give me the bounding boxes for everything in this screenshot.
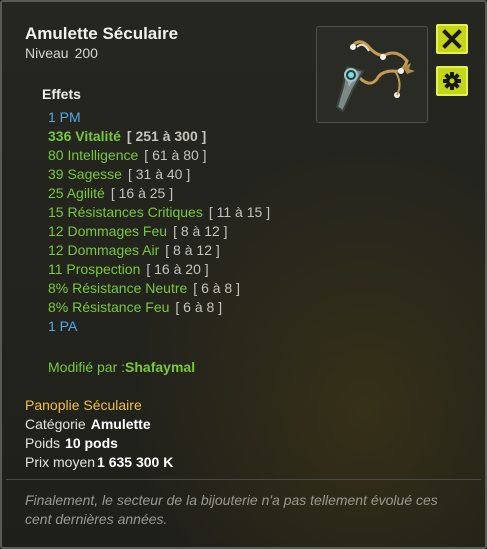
effect-text: 8% Résistance Neutre (48, 280, 188, 296)
effect-line: 8% Résistance Feu [ 6 à 8 ] (48, 298, 308, 317)
effect-text: 11 Prospection (48, 261, 141, 277)
effects-heading: Effets (42, 86, 81, 102)
close-icon (442, 29, 462, 49)
item-image (316, 26, 428, 123)
effect-line: 1 PA (48, 317, 308, 336)
effect-line: 12 Dommages Feu [ 8 à 12 ] (48, 222, 308, 241)
weight-row: Poids 10 pods (25, 435, 118, 451)
effect-line: 25 Agilité [ 16 à 25 ] (48, 184, 308, 203)
effect-line: 336 Vitalité [ 251 à 300 ] (48, 127, 308, 146)
effect-text: 12 Dommages Air (48, 242, 160, 258)
effect-text: 8% Résistance Feu (48, 299, 170, 315)
modified-by-label: Modifié par : (48, 359, 126, 375)
category-label: Catégorie (25, 416, 86, 432)
item-tooltip: Amulette Séculaire Niveau 200 Effets 1 P… (0, 0, 487, 549)
effect-line: 1 PM (48, 108, 308, 127)
effect-range: [ 16 à 20 ] (146, 261, 209, 277)
effect-text: 15 Résistances Critiques (48, 204, 203, 220)
level-value: 200 (74, 45, 98, 61)
gear-icon (443, 72, 461, 90)
flavor-text: Finalement, le secteur de la bijouterie … (25, 492, 438, 527)
price-label: Prix moyen (25, 454, 96, 470)
effects-list: 1 PM 336 Vitalité [ 251 à 300 ] 80 Intell… (48, 108, 308, 336)
weight-value: 10 pods (65, 435, 118, 451)
effect-range: [ 8 à 12 ] (165, 242, 220, 258)
settings-button[interactable] (436, 66, 468, 96)
close-button[interactable] (436, 24, 468, 54)
effect-text: 1 PA (48, 318, 78, 334)
effect-line: 39 Sagesse [ 31 à 40 ] (48, 165, 308, 184)
weight-label: Poids (25, 435, 61, 451)
set-link[interactable]: Panoplie Séculaire (25, 397, 142, 413)
effect-line: 8% Résistance Neutre [ 6 à 8 ] (48, 279, 308, 298)
category-row: Catégorie Amulette (25, 416, 151, 432)
item-name: Amulette Séculaire (25, 24, 179, 43)
effect-line: 12 Dommages Air [ 8 à 12 ] (48, 241, 308, 260)
effect-range: [ 6 à 8 ] (193, 280, 240, 296)
effect-text: 25 Agilité (48, 185, 105, 201)
modified-by-name: Shafaymal (125, 359, 196, 375)
item-level: Niveau 200 (25, 45, 98, 61)
effect-line: 11 Prospection [ 16 à 20 ] (48, 260, 308, 279)
effect-text: 336 Vitalité (48, 128, 121, 144)
effect-range: [ 8 à 12 ] (173, 223, 228, 239)
effect-text: 39 Sagesse (48, 166, 122, 182)
effect-line: 80 Intelligence [ 61 à 80 ] (48, 146, 308, 165)
effect-text: 1 PM (48, 109, 81, 125)
price-row: Prix moyen 1 635 300 K (25, 454, 173, 470)
modified-by: Modifié par :Shafaymal (48, 359, 195, 375)
effect-range: [ 61 à 80 ] (144, 147, 207, 163)
effect-text: 12 Dommages Feu (48, 223, 168, 239)
amulet-icon (335, 40, 415, 113)
effect-range: [ 6 à 8 ] (175, 299, 223, 315)
effect-range: [ 251 à 300 ] (126, 128, 207, 144)
divider (6, 479, 481, 480)
effect-line: 15 Résistances Critiques [ 11 à 15 ] (48, 203, 308, 222)
effect-range: [ 11 à 15 ] (208, 204, 271, 220)
category-value: Amulette (90, 416, 151, 432)
effect-range: [ 16 à 25 ] (110, 185, 174, 201)
effect-range: [ 31 à 40 ] (127, 166, 191, 182)
price-value: 1 635 300 K (97, 454, 174, 470)
level-label: Niveau (25, 45, 69, 61)
effect-text: 80 Intelligence (48, 147, 139, 163)
